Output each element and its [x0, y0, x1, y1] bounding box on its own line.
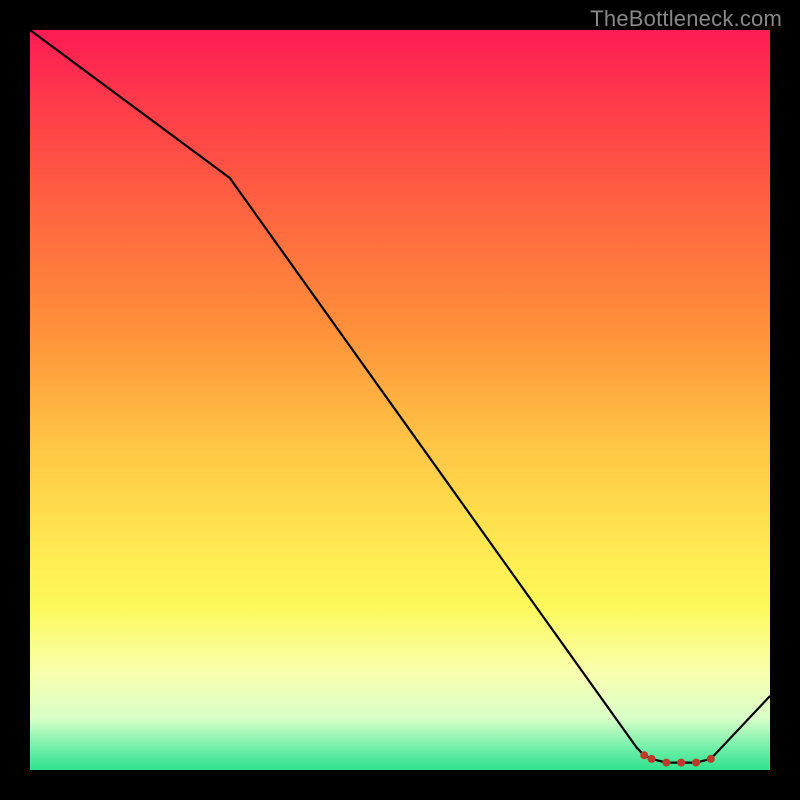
plot-area — [30, 30, 770, 770]
curve-markers — [640, 751, 715, 766]
chart-frame: TheBottleneck.com — [0, 0, 800, 800]
marker-point — [677, 759, 685, 767]
watermark-text: TheBottleneck.com — [590, 6, 782, 32]
marker-point — [640, 751, 648, 759]
chart-svg — [30, 30, 770, 770]
marker-point — [662, 759, 670, 767]
marker-point — [692, 759, 700, 767]
marker-point — [707, 755, 715, 763]
curve-line — [30, 30, 770, 763]
marker-point — [648, 755, 656, 763]
